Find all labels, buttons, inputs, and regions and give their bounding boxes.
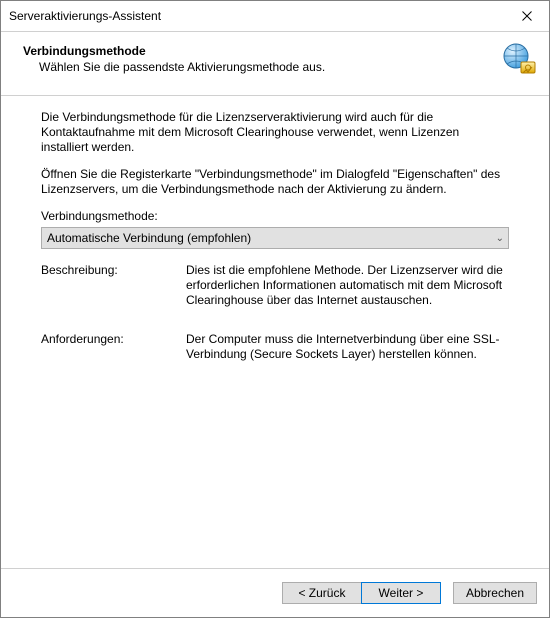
requirements-value: Der Computer muss die Internetverbindung…: [186, 332, 509, 362]
wizard-body: Die Verbindungsmethode für die Lizenzser…: [1, 96, 549, 568]
next-button[interactable]: Weiter >: [361, 582, 441, 604]
requirements-row: Anforderungen: Der Computer muss die Int…: [41, 332, 509, 362]
cancel-button[interactable]: Abbrechen: [453, 582, 537, 604]
info-paragraph-2: Öffnen Sie die Registerkarte "Verbindung…: [41, 167, 509, 197]
wizard-header-title: Verbindungsmethode: [23, 44, 325, 58]
wizard-window: Serveraktivierungs-Assistent Verbindungs…: [0, 0, 550, 618]
description-row: Beschreibung: Dies ist die empfohlene Me…: [41, 263, 509, 308]
license-server-icon: [501, 42, 537, 81]
wizard-header-subtitle: Wählen Sie die passendste Aktivierungsme…: [39, 60, 325, 74]
titlebar: Serveraktivierungs-Assistent: [1, 1, 549, 32]
wizard-header-text: Verbindungsmethode Wählen Sie die passen…: [17, 42, 325, 74]
nav-button-group: < Zurück Weiter >: [282, 582, 441, 604]
close-icon: [522, 11, 532, 21]
window-title: Serveraktivierungs-Assistent: [9, 9, 161, 23]
description-label: Beschreibung:: [41, 263, 186, 308]
back-button[interactable]: < Zurück: [282, 582, 362, 604]
info-paragraph-1: Die Verbindungsmethode für die Lizenzser…: [41, 110, 509, 155]
requirements-label: Anforderungen:: [41, 332, 186, 362]
description-value: Dies ist die empfohlene Methode. Der Liz…: [186, 263, 509, 308]
close-button[interactable]: [504, 2, 549, 31]
connection-method-value: Automatische Verbindung (empfohlen): [47, 231, 251, 245]
chevron-down-icon: ⌄: [496, 233, 504, 244]
connection-method-dropdown[interactable]: Automatische Verbindung (empfohlen) ⌄: [41, 227, 509, 249]
wizard-footer: < Zurück Weiter > Abbrechen: [1, 568, 549, 617]
wizard-header: Verbindungsmethode Wählen Sie die passen…: [1, 32, 549, 96]
connection-method-label: Verbindungsmethode:: [41, 209, 509, 223]
